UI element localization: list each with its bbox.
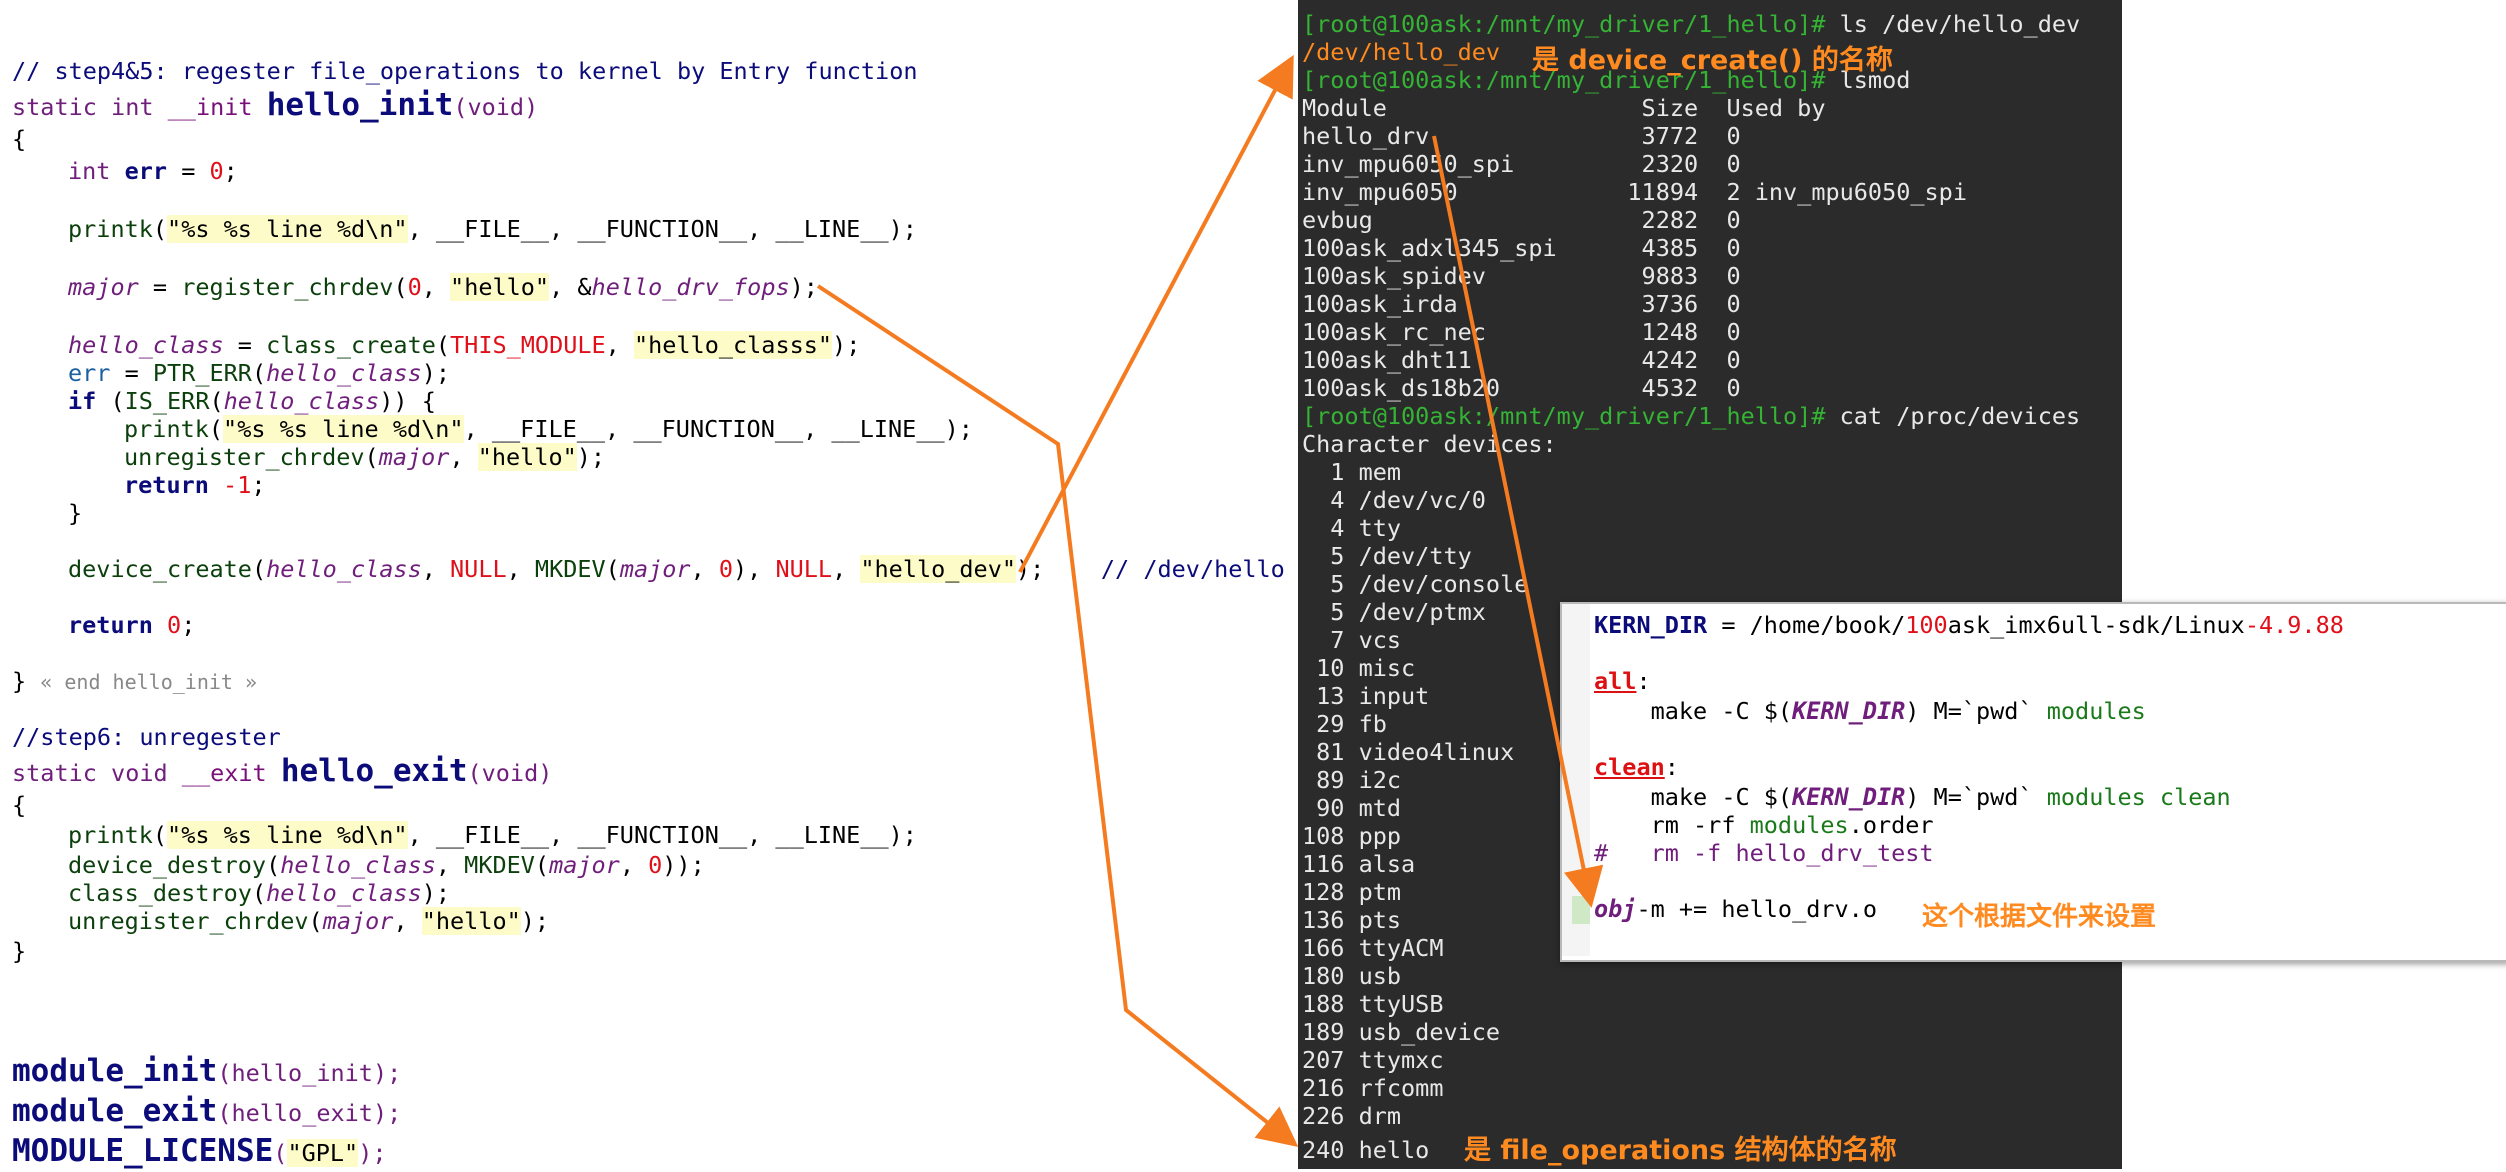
return-zero-line: return 0; <box>68 611 196 639</box>
makefile-line-marker <box>1572 896 1590 924</box>
device-row: 207 ttymxc <box>1302 1046 1444 1074</box>
module-row: evbug 2282 0 <box>1302 206 1741 234</box>
makefile-rm-test-comment: # rm -f hello_drv_test <box>1594 839 1934 867</box>
device-row: 216 rfcomm <box>1302 1074 1444 1102</box>
terminal-cmd-ls: [root@100ask:/mnt/my_driver/1_hello]# ls… <box>1302 10 2081 38</box>
ptr-err-line: err = PTR_ERR(hello_class); <box>68 359 451 387</box>
device-row: 13 input <box>1302 682 1430 710</box>
if-is-err-line: if (IS_ERR(hello_class)) { <box>68 387 436 415</box>
module-row: 100ask_irda 3736 0 <box>1302 290 1741 318</box>
module-row: 100ask_dht11 4242 0 <box>1302 346 1741 374</box>
device-row: 81 video4linux <box>1302 738 1515 766</box>
printk-line-3: printk("%s %s line %d\n", __FILE__, __FU… <box>68 821 917 849</box>
device-row: 188 ttyUSB <box>1302 990 1444 1018</box>
module-row: 100ask_spidev 9883 0 <box>1302 262 1741 290</box>
device-row: 10 misc <box>1302 654 1416 682</box>
makefile-all-target: all: <box>1594 667 1651 695</box>
module-row: hello_drv 3772 0 <box>1302 122 1741 150</box>
err-declaration: int err = 0; <box>68 157 238 185</box>
comment-step45: // step4&5: regester file_operations to … <box>12 57 918 85</box>
terminal-cmd-cat: [root@100ask:/mnt/my_driver/1_hello]# ca… <box>1302 402 2081 430</box>
close-if-brace: } <box>68 499 83 527</box>
annotation-device-create-name: 是 device_create() 的名称 <box>1532 45 1893 76</box>
hello-init-signature: static int __init hello_init(void) <box>12 87 539 123</box>
makefile-clean-target: clean: <box>1594 753 1679 781</box>
class-destroy-line: class_destroy(hello_class); <box>68 879 451 907</box>
open-brace: { <box>12 125 27 153</box>
device-row: 5 /dev/ptmx <box>1302 598 1486 626</box>
lsmod-header: Module Size Used by <box>1302 94 1826 122</box>
device-row: 226 drm <box>1302 1102 1402 1130</box>
hello-exit-name: hello_exit <box>280 753 468 789</box>
hello-exit-signature: static void __exit hello_exit(void) <box>12 753 553 789</box>
device-row: 5 /dev/console <box>1302 570 1529 598</box>
open-brace-exit: { <box>12 791 27 819</box>
end-fold-marker[interactable]: } « end hello_init » <box>12 666 257 696</box>
makefile-make-modules: make -C $(KERN_DIR) M=`pwd` modules <box>1594 697 2146 725</box>
close-brace-exit: } <box>12 937 27 965</box>
device-row: 4 /dev/vc/0 <box>1302 486 1486 514</box>
unregister-chrdev-line-2: unregister_chrdev(major, "hello"); <box>68 907 550 935</box>
device-row: 89 i2c <box>1302 766 1402 794</box>
device-row: 180 usb <box>1302 962 1402 990</box>
annotation-set-by-file: 这个根据文件来设置 <box>1922 902 2157 932</box>
device-row: 128 ptm <box>1302 878 1402 906</box>
device-row: 116 alsa <box>1302 850 1416 878</box>
return-neg-line: return -1; <box>124 471 266 499</box>
module-init-line: module_init(hello_init); <box>12 1053 402 1089</box>
module-row: inv_mpu6050 11894 2 inv_mpu6050_spi <box>1302 178 1967 206</box>
unregister-chrdev-line: unregister_chrdev(major, "hello"); <box>124 443 606 471</box>
module-row: 100ask_rc_nec 1248 0 <box>1302 318 1741 346</box>
char-devices-header: Character devices: <box>1302 430 1557 458</box>
device-row: 90 mtd <box>1302 794 1402 822</box>
printk-line: printk("%s %s line %d\n", __FILE__, __FU… <box>68 215 917 243</box>
device-create-line: device_create(hello_class, NULL, MKDEV(m… <box>68 555 1285 583</box>
device-row: 136 pts <box>1302 906 1402 934</box>
annotation-file-operations-name: 是 file_operations 结构体的名称 <box>1464 1135 1897 1166</box>
device-destroy-line: device_destroy(hello_class, MKDEV(major,… <box>68 851 705 879</box>
printk-line-2: printk("%s %s line %d\n", __FILE__, __FU… <box>124 415 973 443</box>
device-row-hello: 240 hello <box>1302 1136 1430 1164</box>
hello-init-name: hello_init <box>266 87 454 123</box>
module-exit-line: module_exit(hello_exit); <box>12 1093 402 1129</box>
class-create-line: hello_class = class_create(THIS_MODULE, … <box>68 331 861 359</box>
makefile-rm-order: rm -rf modules.order <box>1594 811 1934 839</box>
device-row: 29 fb <box>1302 710 1387 738</box>
makefile-obj-m: obj-m += hello_drv.o <box>1594 895 1877 923</box>
device-row: 1 mem <box>1302 458 1402 486</box>
module-row: 100ask_ds18b20 4532 0 <box>1302 374 1741 402</box>
terminal-ls-output: /dev/hello_dev <box>1302 38 1501 66</box>
comment-step6: //step6: unregester <box>12 723 281 751</box>
register-chrdev-line: major = register_chrdev(0, "hello", &hel… <box>68 273 818 301</box>
module-row: inv_mpu6050_spi 2320 0 <box>1302 150 1741 178</box>
device-row: 189 usb_device <box>1302 1018 1501 1046</box>
device-row: 108 ppp <box>1302 822 1402 850</box>
makefile-kern-dir: KERN_DIR = /home/book/100ask_imx6ull-sdk… <box>1594 611 2344 639</box>
module-license-line: MODULE_LICENSE("GPL"); <box>12 1133 387 1169</box>
device-row: 5 /dev/tty <box>1302 542 1472 570</box>
device-row: 166 ttyACM <box>1302 934 1444 962</box>
code-editor[interactable]: // step4&5: regester file_operations to … <box>0 0 1292 1169</box>
device-row: 4 tty <box>1302 514 1402 542</box>
device-row: 7 vcs <box>1302 626 1402 654</box>
module-row: 100ask_adxl345_spi 4385 0 <box>1302 234 1741 262</box>
makefile-make-clean: make -C $(KERN_DIR) M=`pwd` modules clea… <box>1594 783 2231 811</box>
